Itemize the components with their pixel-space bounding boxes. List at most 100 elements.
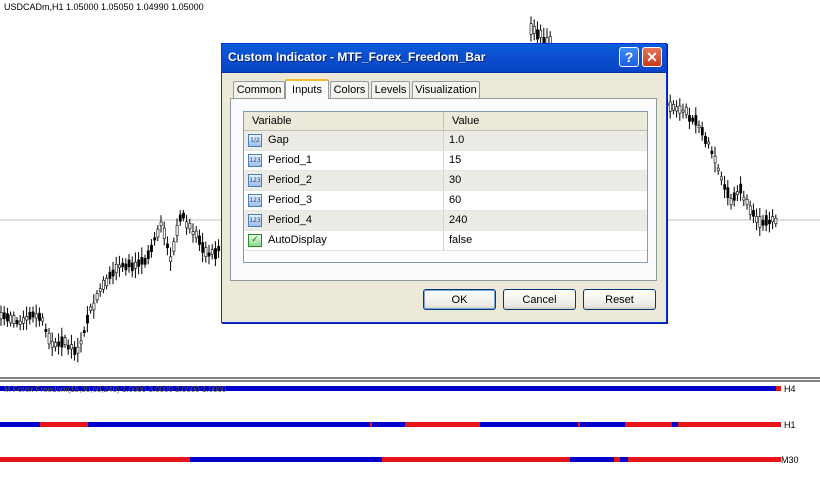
candle-body bbox=[79, 340, 83, 345]
candle-body bbox=[210, 249, 214, 255]
candle-body bbox=[742, 196, 746, 201]
column-header-variable[interactable]: Variable bbox=[244, 112, 444, 130]
table-row[interactable]: 1/2 Gap 1.0 bbox=[244, 131, 647, 151]
value-cell[interactable]: 15 bbox=[444, 151, 647, 171]
candle-body bbox=[18, 320, 22, 325]
indicator-bar-segment bbox=[776, 386, 781, 391]
bar-label-m30: M30 bbox=[781, 455, 799, 465]
candle-body bbox=[66, 344, 70, 350]
variable-cell: 123 Period_1 bbox=[244, 151, 444, 171]
table-row[interactable]: 123 Period_4 240 bbox=[244, 211, 647, 231]
tab-colors[interactable]: Colors bbox=[330, 81, 369, 98]
column-header-value[interactable]: Value bbox=[444, 112, 647, 130]
double-type-icon: 1/2 bbox=[248, 134, 262, 147]
variable-name: Period_3 bbox=[268, 194, 313, 206]
candle-body bbox=[6, 313, 9, 322]
ok-button[interactable]: OK bbox=[423, 289, 496, 310]
candle-body bbox=[214, 248, 217, 260]
candle-body bbox=[716, 167, 720, 172]
value-cell[interactable]: 240 bbox=[444, 211, 647, 231]
candle-body bbox=[57, 341, 61, 347]
candle-body bbox=[207, 252, 211, 257]
table-row[interactable]: 123 Period_3 60 bbox=[244, 191, 647, 211]
candle-body bbox=[678, 105, 682, 114]
value-cell[interactable]: 30 bbox=[444, 171, 647, 191]
candle-body bbox=[726, 187, 730, 199]
candle-body bbox=[25, 316, 29, 321]
candle-body bbox=[98, 288, 102, 292]
inputs-grid: Variable Value 1/2 Gap 1.0 123 Period_1 … bbox=[243, 111, 648, 263]
candle-body bbox=[732, 192, 736, 201]
candle-body bbox=[175, 225, 179, 236]
candle-body bbox=[198, 235, 201, 245]
candle-body bbox=[704, 135, 707, 144]
candle-body bbox=[542, 37, 546, 44]
candle-body bbox=[539, 29, 543, 38]
help-button[interactable]: ? bbox=[619, 47, 639, 67]
indicator-bar-segment bbox=[382, 457, 570, 462]
candle-body bbox=[50, 340, 54, 348]
candle-body bbox=[146, 250, 150, 259]
tab-inputs[interactable]: Inputs bbox=[285, 79, 329, 99]
table-row[interactable]: ✓ AutoDisplay false bbox=[244, 231, 647, 251]
variable-cell: 1/2 Gap bbox=[244, 131, 444, 151]
tab-visualization[interactable]: Visualization bbox=[412, 81, 480, 98]
candle-body bbox=[755, 216, 759, 223]
candle-body bbox=[159, 221, 163, 227]
candle-body bbox=[92, 302, 96, 311]
indicator-bar-segment bbox=[625, 422, 672, 427]
value-cell[interactable]: 60 bbox=[444, 191, 647, 211]
candle-body bbox=[529, 23, 533, 35]
dialog-titlebar[interactable]: Custom Indicator - MTF_Forex_Freedom_Bar… bbox=[222, 44, 666, 73]
value-cell[interactable]: 1.0 bbox=[444, 131, 647, 151]
candle-body bbox=[681, 109, 685, 113]
variable-name: Period_1 bbox=[268, 154, 313, 166]
candle-body bbox=[140, 257, 144, 265]
candle-body bbox=[201, 242, 205, 253]
subwindow-label: M Forex Freedom(15,30,60,240) 1.0000 3.0… bbox=[4, 385, 227, 394]
candle-body bbox=[204, 247, 208, 258]
candle-body bbox=[82, 330, 86, 334]
indicator-bar-segment bbox=[40, 422, 88, 427]
chart-title: USDCADm,H1 1.05000 1.05050 1.04990 1.050… bbox=[4, 2, 204, 12]
close-button[interactable]: ✕ bbox=[642, 47, 662, 67]
cancel-button[interactable]: Cancel bbox=[503, 289, 576, 310]
value-cell[interactable]: false bbox=[444, 231, 647, 251]
candle-body bbox=[166, 243, 169, 248]
bar-label-h1: H1 bbox=[784, 420, 796, 430]
table-row[interactable]: 123 Period_2 30 bbox=[244, 171, 647, 191]
candle-body bbox=[70, 344, 73, 350]
reset-button[interactable]: Reset bbox=[583, 289, 656, 310]
candle-body bbox=[73, 346, 77, 355]
integer-type-icon: 123 bbox=[248, 214, 262, 227]
candle-body bbox=[89, 306, 93, 311]
candle-body bbox=[38, 312, 41, 321]
indicator-bar-segment bbox=[190, 457, 382, 462]
indicator-bar-segment bbox=[672, 422, 678, 427]
candle-body bbox=[0, 312, 3, 320]
candle-body bbox=[63, 337, 67, 346]
candle-body bbox=[191, 231, 195, 235]
candle-body bbox=[162, 227, 166, 240]
candle-body bbox=[217, 246, 221, 252]
candle-body bbox=[739, 183, 743, 194]
candle-body bbox=[95, 293, 99, 301]
candle-body bbox=[694, 115, 698, 126]
candle-body bbox=[194, 230, 198, 239]
candle-body bbox=[60, 336, 64, 348]
candle-body bbox=[752, 210, 755, 217]
candle-body bbox=[169, 256, 173, 262]
indicator-bar-segment bbox=[405, 422, 480, 427]
candle-body bbox=[108, 271, 112, 279]
table-row[interactable]: 123 Period_1 15 bbox=[244, 151, 647, 171]
candle-body bbox=[736, 191, 739, 195]
candle-body bbox=[86, 314, 89, 324]
variable-cell: 123 Period_3 bbox=[244, 191, 444, 211]
indicator-bar-segment bbox=[578, 422, 580, 427]
candle-body bbox=[114, 264, 118, 274]
candle-body bbox=[185, 221, 189, 229]
candle-body bbox=[745, 198, 749, 206]
tab-levels[interactable]: Levels bbox=[371, 81, 410, 98]
candle-body bbox=[41, 317, 45, 322]
tab-common[interactable]: Common bbox=[233, 81, 285, 98]
